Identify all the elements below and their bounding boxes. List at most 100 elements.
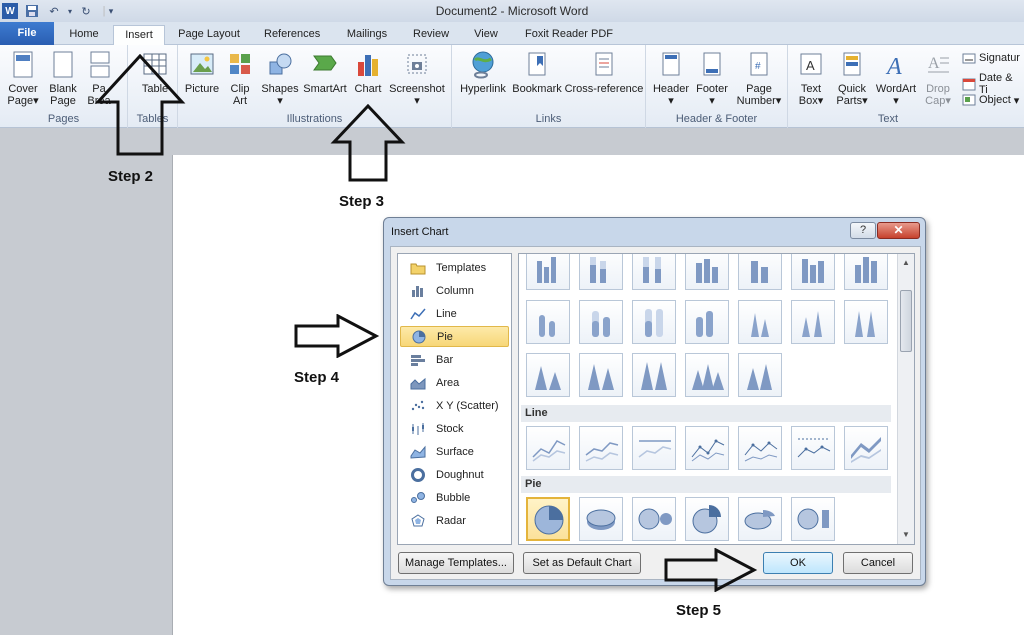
cross-reference-button[interactable]: Cross-reference xyxy=(564,50,644,95)
chart-thumb-pie-selected[interactable] xyxy=(526,497,570,541)
category-doughnut[interactable]: Doughnut xyxy=(400,464,509,485)
scatter-chart-icon xyxy=(411,400,425,410)
chart-thumb-pyramid[interactable] xyxy=(579,353,623,397)
category-column[interactable]: Column xyxy=(400,280,509,301)
tab-review[interactable]: Review xyxy=(405,25,457,45)
category-radar[interactable]: Radar xyxy=(400,510,509,531)
pyramid-icon xyxy=(535,366,561,390)
chart-thumb-column[interactable] xyxy=(579,254,623,290)
chart-thumb-line[interactable] xyxy=(685,426,729,470)
blank-page-button[interactable]: Blank Page xyxy=(44,50,82,107)
screenshot-button[interactable]: Screenshot ▾ xyxy=(388,50,446,107)
set-default-chart-button[interactable]: Set as Default Chart xyxy=(523,552,641,574)
category-line[interactable]: Line xyxy=(400,303,509,324)
chart-thumb-column[interactable] xyxy=(526,254,570,290)
chart-thumb-pie[interactable] xyxy=(791,497,835,541)
tab-view[interactable]: View xyxy=(464,25,508,45)
chart-thumb-cone[interactable] xyxy=(738,300,782,344)
category-surface[interactable]: Surface xyxy=(400,441,509,462)
gallery-scrollbar[interactable]: ▲ ▼ xyxy=(897,254,914,544)
close-button[interactable]: ✕ xyxy=(877,222,920,239)
100-stacked-cylinder-icon xyxy=(645,309,663,337)
tab-foxit-reader-pdf[interactable]: Foxit Reader PDF xyxy=(516,25,622,45)
header-button[interactable]: Header ▾ xyxy=(650,50,692,107)
cylinder-icon xyxy=(539,315,555,337)
chart-thumb-column[interactable] xyxy=(685,254,729,290)
chart-thumb-column[interactable] xyxy=(844,254,888,290)
manage-templates-button[interactable]: Manage Templates... xyxy=(398,552,514,574)
wordart-label: WordArt xyxy=(875,83,917,95)
chart-thumb-cone[interactable] xyxy=(844,300,888,344)
text-box-button[interactable]: A Text Box▾ xyxy=(792,50,830,107)
chart-thumb-pie[interactable] xyxy=(632,497,676,541)
bookmark-button[interactable]: Bookmark xyxy=(510,50,564,95)
hyperlink-label: Hyperlink xyxy=(460,83,506,95)
scroll-down-icon[interactable]: ▼ xyxy=(902,530,910,539)
footer-button[interactable]: Footer ▾ xyxy=(692,50,732,107)
chart-thumb-pyramid[interactable] xyxy=(632,353,676,397)
quick-parts-label-2: Parts xyxy=(836,95,863,107)
clip-art-button[interactable]: Clip Art xyxy=(226,50,254,107)
shapes-button[interactable]: Shapes ▾ xyxy=(260,50,300,107)
wordart-button[interactable]: A WordArt ▾ xyxy=(874,50,918,107)
chart-thumb-pyramid[interactable] xyxy=(738,353,782,397)
ok-button[interactable]: OK xyxy=(763,552,833,574)
clip-art-label: Clip xyxy=(230,83,250,95)
pie-chart-icon xyxy=(534,505,564,535)
scroll-thumb[interactable] xyxy=(900,290,912,352)
chart-thumb-line[interactable] xyxy=(526,426,570,470)
step5-label: Step 5 xyxy=(676,602,722,619)
category-templates[interactable]: Templates xyxy=(400,257,509,278)
tab-references[interactable]: References xyxy=(256,25,328,45)
scroll-up-icon[interactable]: ▲ xyxy=(902,258,910,267)
bubble-chart-icon xyxy=(411,491,425,503)
chart-thumb-column[interactable] xyxy=(632,254,676,290)
chart-thumb-pyramid[interactable] xyxy=(685,353,729,397)
category-area[interactable]: Area xyxy=(400,372,509,393)
chart-thumb-line[interactable] xyxy=(791,426,835,470)
smartart-label: SmartArt xyxy=(303,83,347,95)
category-pie[interactable]: Pie xyxy=(400,326,509,347)
signature-line-button[interactable]: Signatur xyxy=(962,51,1020,65)
cancel-button[interactable]: Cancel xyxy=(843,552,913,574)
chart-thumb-cylinder[interactable] xyxy=(685,300,729,344)
smartart-button[interactable]: SmartArt xyxy=(302,50,348,95)
page-number-button[interactable]: # Page Number▾ xyxy=(734,50,784,107)
quick-parts-button[interactable]: Quick Parts▾ xyxy=(832,50,872,107)
chart-thumb-line[interactable] xyxy=(844,426,888,470)
tab-insert[interactable]: Insert xyxy=(113,25,165,46)
folder-icon xyxy=(410,263,426,274)
chart-thumb-line[interactable] xyxy=(632,426,676,470)
tab-page-layout[interactable]: Page Layout xyxy=(170,25,248,45)
category-bar[interactable]: Bar xyxy=(400,349,509,370)
chart-thumb-pyramid[interactable] xyxy=(526,353,570,397)
group-links: Hyperlink Bookmark Cross-reference Links xyxy=(452,45,646,128)
category-stock[interactable]: Stock xyxy=(400,418,509,439)
chart-thumb-column[interactable] xyxy=(791,254,835,290)
radar-chart-icon xyxy=(411,513,425,526)
chart-thumb-pie[interactable] xyxy=(685,497,729,541)
tab-home[interactable]: Home xyxy=(60,25,108,45)
chart-thumb-pie[interactable] xyxy=(579,497,623,541)
chart-thumb-cylinder[interactable] xyxy=(526,300,570,344)
drop-cap-button[interactable]: A Drop Cap▾ xyxy=(920,50,956,107)
chart-thumb-line[interactable] xyxy=(579,426,623,470)
tab-file[interactable]: File xyxy=(0,22,54,45)
chart-thumb-cone[interactable] xyxy=(791,300,835,344)
cover-page-button[interactable]: Cover Page▾ xyxy=(4,50,42,107)
hyperlink-button[interactable]: Hyperlink xyxy=(456,50,510,95)
chart-thumb-pie[interactable] xyxy=(738,497,782,541)
help-button[interactable]: ? xyxy=(850,222,876,239)
smartart-icon xyxy=(313,55,337,71)
tab-mailings[interactable]: Mailings xyxy=(336,25,398,45)
category-xy-scatter[interactable]: X Y (Scatter) xyxy=(400,395,509,416)
dialog-content: Templates Column Line Pie Bar Area X Y (… xyxy=(390,246,921,580)
chart-thumb-cylinder[interactable] xyxy=(632,300,676,344)
chart-thumb-cylinder[interactable] xyxy=(579,300,623,344)
chart-thumb-line[interactable] xyxy=(738,426,782,470)
chart-thumb-column[interactable] xyxy=(738,254,782,290)
chart-button[interactable]: Chart xyxy=(350,50,386,95)
object-button[interactable]: Object ▾ xyxy=(962,93,1019,107)
picture-button[interactable]: Picture xyxy=(182,50,222,95)
category-bubble[interactable]: Bubble xyxy=(400,487,509,508)
